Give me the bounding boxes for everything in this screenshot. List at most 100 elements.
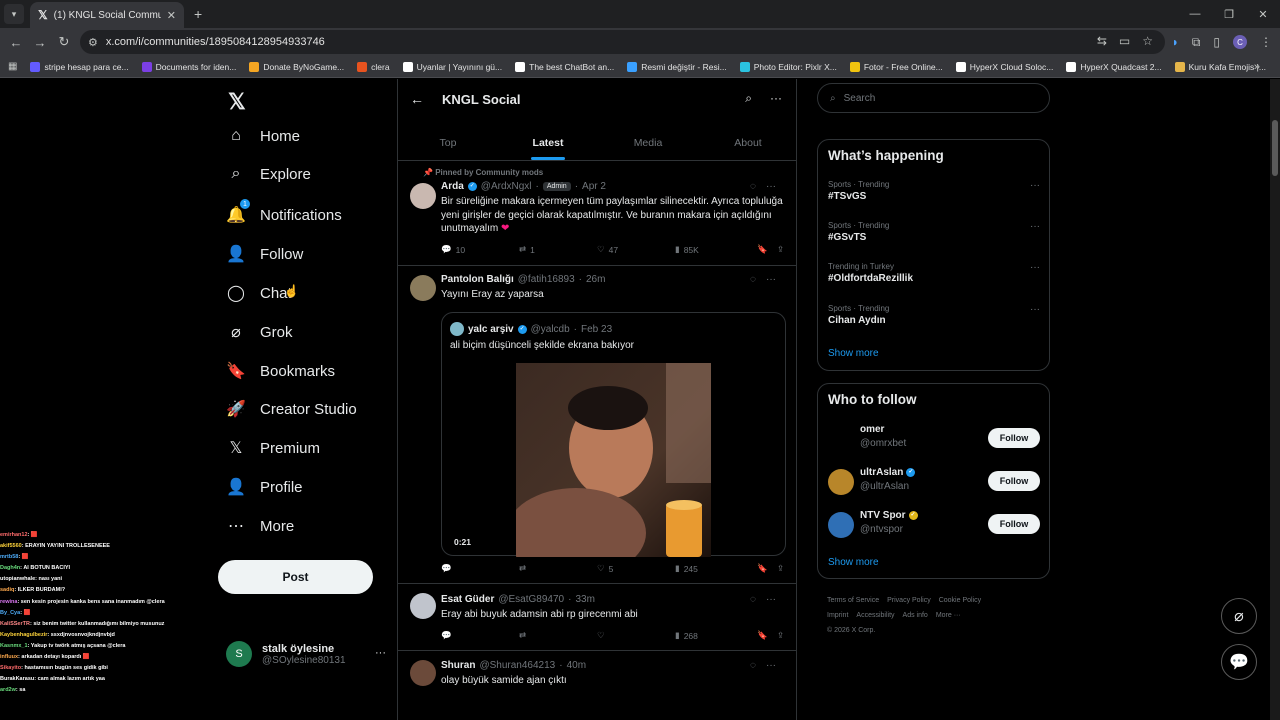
- nav-item-bookmarks[interactable]: 🔖 Bookmarks: [226, 361, 335, 381]
- trend-more-icon[interactable]: ···: [1030, 262, 1040, 273]
- follow-suggestion[interactable]: ultrAslan ✓ @ultrAslan Follow: [828, 467, 1040, 497]
- footer-link[interactable]: Ads info: [903, 612, 928, 619]
- nav-item-chat[interactable]: ◯ Chat: [226, 283, 292, 303]
- tab-top[interactable]: Top: [398, 123, 498, 160]
- account-switcher[interactable]: S stalk öylesine @SOylesine80131 ···: [226, 641, 396, 667]
- trend-more-icon[interactable]: ···: [1030, 304, 1040, 315]
- bookmark-item[interactable]: clera: [357, 61, 390, 72]
- tweet-time[interactable]: Apr 2: [582, 181, 606, 192]
- reply-button[interactable]: 💬: [441, 563, 519, 574]
- like-button[interactable]: ♡ 5: [597, 563, 675, 574]
- site-info-icon[interactable]: ⚙: [88, 36, 98, 49]
- tweet-time[interactable]: 40m: [567, 660, 586, 671]
- tweet-author-name[interactable]: Shuran: [441, 660, 475, 671]
- avatar[interactable]: [828, 512, 854, 538]
- share-icon[interactable]: ⇪: [777, 244, 784, 255]
- browser-tab[interactable]: 𝕏 (1) KNGL Social Community / X ✕: [30, 2, 184, 28]
- avatar[interactable]: [410, 593, 436, 619]
- footer-link[interactable]: Accessibility: [856, 612, 894, 619]
- bookmark-item[interactable]: Photo Editor: Pixlr X...: [739, 61, 837, 72]
- scrollbar-thumb[interactable]: [1272, 120, 1278, 176]
- close-window-button[interactable]: ✕: [1246, 0, 1280, 28]
- share-icon[interactable]: ⇪: [777, 563, 784, 574]
- footer-link[interactable]: Imprint: [827, 612, 848, 619]
- bookmark-item[interactable]: Uyanlar | Yayınını gü...: [402, 61, 502, 72]
- tweet-author-handle[interactable]: @EsatG89470: [498, 594, 564, 605]
- search-input[interactable]: ⌕ Search: [817, 83, 1050, 113]
- trend-item[interactable]: Sports · Trending #TSvGS ···: [828, 180, 1040, 202]
- trend-more-icon[interactable]: ···: [1030, 221, 1040, 232]
- more-icon[interactable]: ···: [770, 91, 782, 106]
- bookmark-item[interactable]: HyperX Cloud Soloc...: [955, 61, 1053, 72]
- share-icon[interactable]: ⇪: [777, 630, 784, 641]
- trend-item[interactable]: Sports · Trending #GSvTS ···: [828, 221, 1040, 243]
- avatar[interactable]: [410, 275, 436, 301]
- tab-search-button[interactable]: ▾: [4, 4, 24, 24]
- translate-icon[interactable]: ⇆: [1097, 34, 1107, 48]
- tweet-time[interactable]: 33m: [575, 594, 594, 605]
- extensions-puzzle-icon[interactable]: ⧉: [1192, 35, 1201, 50]
- trend-more-icon[interactable]: ···: [1030, 180, 1040, 191]
- tweet-more-icon[interactable]: ···: [766, 660, 776, 671]
- bookmarks-overflow-icon[interactable]: »: [1254, 61, 1260, 73]
- search-icon[interactable]: ⌕: [745, 91, 752, 106]
- nav-item-explore[interactable]: ⌕ Explore: [226, 165, 311, 183]
- tweet[interactable]: Esat Güder @EsatG89470 · 33m ◌ ··· Eray a…: [398, 584, 796, 651]
- nav-item-profile[interactable]: 👤 Profile: [226, 477, 303, 497]
- bookmark-item[interactable]: Resmi değiştir - Resi...: [627, 61, 727, 72]
- tweet-author-handle[interactable]: @Shuran464213: [479, 660, 555, 671]
- post-button[interactable]: Post: [218, 560, 373, 594]
- cast-icon[interactable]: ▭: [1119, 34, 1130, 48]
- nav-item-follow[interactable]: 👤 Follow: [226, 244, 303, 264]
- bookmark-icon[interactable]: 🔖: [757, 563, 777, 574]
- grok-explain-icon[interactable]: ◌: [750, 181, 756, 192]
- grok-explain-icon[interactable]: ◌: [750, 594, 756, 605]
- nav-item-more[interactable]: ⋯ More: [226, 516, 294, 536]
- tab-media[interactable]: Media: [598, 123, 698, 160]
- avatar[interactable]: [828, 469, 854, 495]
- repost-button[interactable]: ⇄: [519, 630, 597, 641]
- avatar[interactable]: [410, 660, 436, 686]
- tweet-author-handle[interactable]: @ArdxNgxl: [481, 181, 532, 192]
- tweet-time[interactable]: 26m: [586, 274, 605, 285]
- follow-button[interactable]: Follow: [988, 428, 1040, 448]
- bookmark-item[interactable]: Fotor - Free Online...: [849, 61, 943, 72]
- x-logo-icon[interactable]: 𝕏: [228, 89, 246, 115]
- address-bar[interactable]: ⚙ x.com/i/communities/189508412895493374…: [80, 30, 1165, 54]
- avatar[interactable]: [410, 183, 436, 209]
- bookmark-icon[interactable]: 🔖: [757, 244, 777, 255]
- grok-explain-icon[interactable]: ◌: [750, 660, 756, 671]
- trend-item[interactable]: Trending in Turkey #OldfortdaRezillik ···: [828, 262, 1040, 284]
- back-button[interactable]: ←: [4, 35, 28, 50]
- tweet-more-icon[interactable]: ···: [766, 274, 776, 285]
- sidepanel-icon[interactable]: ▯: [1213, 35, 1220, 49]
- follow-suggestion[interactable]: NTV Spor ✓ @ntvspor Follow: [828, 510, 1040, 540]
- tweet-pinned[interactable]: 📌 Pinned by Community mods Arda ✓ @ArdxN…: [398, 162, 796, 266]
- reply-button[interactable]: 💬: [441, 630, 519, 641]
- tweet-author-name[interactable]: Pantolon Balığı: [441, 274, 514, 285]
- nav-item-premium[interactable]: 𝕏 Premium: [226, 438, 320, 458]
- trends-show-more-link[interactable]: Show more: [828, 348, 879, 359]
- grok-explain-icon[interactable]: ◌: [750, 274, 756, 285]
- tweet[interactable]: Shuran @Shuran464213 · 40m ◌ ··· olay büy…: [398, 651, 796, 720]
- minimize-button[interactable]: —: [1178, 0, 1212, 28]
- bookmark-icon[interactable]: 🔖: [757, 630, 777, 641]
- profile-avatar[interactable]: C: [1233, 35, 1247, 49]
- apps-icon[interactable]: ▦: [8, 61, 17, 72]
- tab-about[interactable]: About: [698, 123, 796, 160]
- bookmark-item[interactable]: Donate ByNoGame...: [249, 61, 344, 72]
- repost-button[interactable]: ⇄ 1: [519, 244, 597, 255]
- like-button[interactable]: ♡: [597, 630, 675, 641]
- tweet[interactable]: Pantolon Balığı @fatih16893 · 26m ◌ ··· Y…: [398, 266, 796, 584]
- messages-fab-icon[interactable]: 💬: [1221, 644, 1257, 680]
- restore-button[interactable]: ❐: [1212, 0, 1246, 28]
- trend-item[interactable]: Sports · Trending Cihan Aydın ···: [828, 304, 1040, 326]
- nav-item-grok[interactable]: ⌀ Grok: [226, 322, 292, 342]
- footer-link[interactable]: Terms of Service: [827, 597, 879, 604]
- page-scrollbar[interactable]: [1270, 79, 1280, 720]
- bookmark-item[interactable]: Documents for iden...: [141, 61, 236, 72]
- reply-button[interactable]: 💬 10: [441, 244, 519, 255]
- nav-item-notifications[interactable]: 🔔 1 Notifications: [226, 199, 342, 225]
- avatar[interactable]: [828, 426, 854, 452]
- star-icon[interactable]: ☆: [1142, 34, 1153, 48]
